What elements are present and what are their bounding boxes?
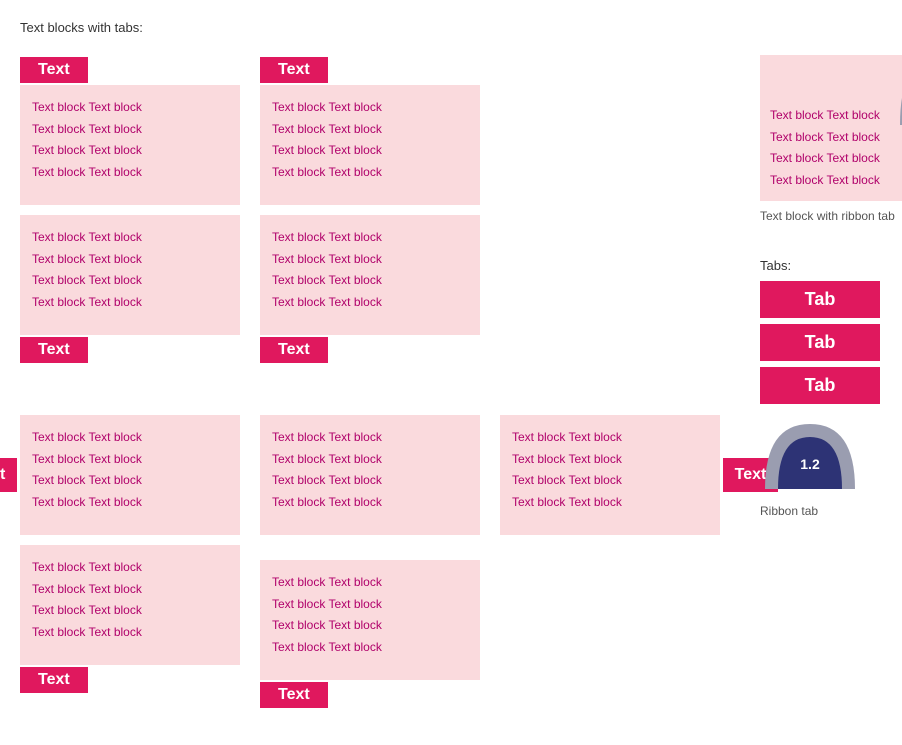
block-content-m3a: Text block Text blockText block Text blo… [272, 427, 468, 513]
text-block-3b-1: Text block Text blockText block Text blo… [20, 545, 240, 665]
text-block-middle-3a: Text block Text blockText block Text blo… [260, 415, 480, 535]
block-content-3b1: Text block Text blockText block Text blo… [32, 557, 228, 643]
block-content-3: Text block Text blockText block Text blo… [32, 227, 228, 313]
block-body-1: Text block Text blockText block Text blo… [20, 85, 240, 205]
svg-text:1.2: 1.2 [800, 456, 820, 472]
block-content-3b2: Text block Text blockText block Text blo… [272, 572, 468, 658]
block-body-4: Text block Text blockText block Text blo… [260, 215, 480, 335]
tab-bottom-3b1: Text [20, 667, 88, 693]
block-body-3: Text block Text blockText block Text blo… [20, 215, 240, 335]
text-block-4: Text block Text blockText block Text blo… [260, 215, 480, 335]
tab-item-3[interactable]: Tab [760, 367, 880, 404]
ribbon-standalone: 1.2 [760, 419, 860, 499]
tab-bottom-4: Text [260, 337, 328, 363]
ribbon-block-body: Text block Text blockText block Text blo… [760, 55, 902, 201]
ribbon-block-container: 1.1 Text block Text blockText block Text… [760, 55, 902, 223]
tab-left-1: Text [0, 458, 17, 492]
ribbon-standalone-svg: 1.2 [760, 419, 860, 494]
block-body-m3a: Text block Text blockText block Text blo… [260, 415, 480, 535]
block-content-4: Text block Text blockText block Text blo… [272, 227, 468, 313]
ribbon-block-content: Text block Text blockText block Text blo… [770, 105, 902, 191]
ribbon-tab-svg: 1.1 [895, 55, 902, 130]
block-body-2: Text block Text blockText block Text blo… [260, 85, 480, 205]
text-block-3b-2: Text block Text blockText block Text blo… [260, 560, 480, 680]
text-block-right-tab: Text Text block Text blockText block Tex… [500, 415, 720, 535]
page-title: Text blocks with tabs: [20, 20, 882, 35]
block-content-1: Text block Text blockText block Text blo… [32, 97, 228, 183]
ribbon-standalone-caption: Ribbon tab [760, 504, 902, 518]
ribbon-block-caption: Text block with ribbon tab [760, 209, 902, 223]
block-content-rt: Text block Text blockText block Text blo… [512, 427, 708, 513]
tab-top-2: Text [260, 57, 328, 83]
text-block-2: Text Text block Text blockText block Tex… [260, 85, 480, 205]
block-content-lt: Text block Text blockText block Text blo… [32, 427, 228, 513]
tab-item-1[interactable]: Tab [760, 281, 880, 318]
block-body-3b2: Text block Text blockText block Text blo… [260, 560, 480, 680]
tab-bottom-3: Text [20, 337, 88, 363]
block-body-3b1: Text block Text blockText block Text blo… [20, 545, 240, 665]
tab-bottom-3b2: Text [260, 682, 328, 708]
text-block-left-tab: Text Text block Text blockText block Tex… [20, 415, 240, 535]
text-block-3: Text block Text blockText block Text blo… [20, 215, 240, 335]
block-content-2: Text block Text blockText block Text blo… [272, 97, 468, 183]
tabs-section-label: Tabs: [760, 258, 902, 273]
block-body-lt: Text block Text blockText block Text blo… [20, 415, 240, 535]
text-block-1: Text Text block Text blockText block Tex… [20, 85, 240, 205]
tab-top-1: Text [20, 57, 88, 83]
block-body-rt: Text block Text blockText block Text blo… [500, 415, 720, 535]
tab-item-2[interactable]: Tab [760, 324, 880, 361]
